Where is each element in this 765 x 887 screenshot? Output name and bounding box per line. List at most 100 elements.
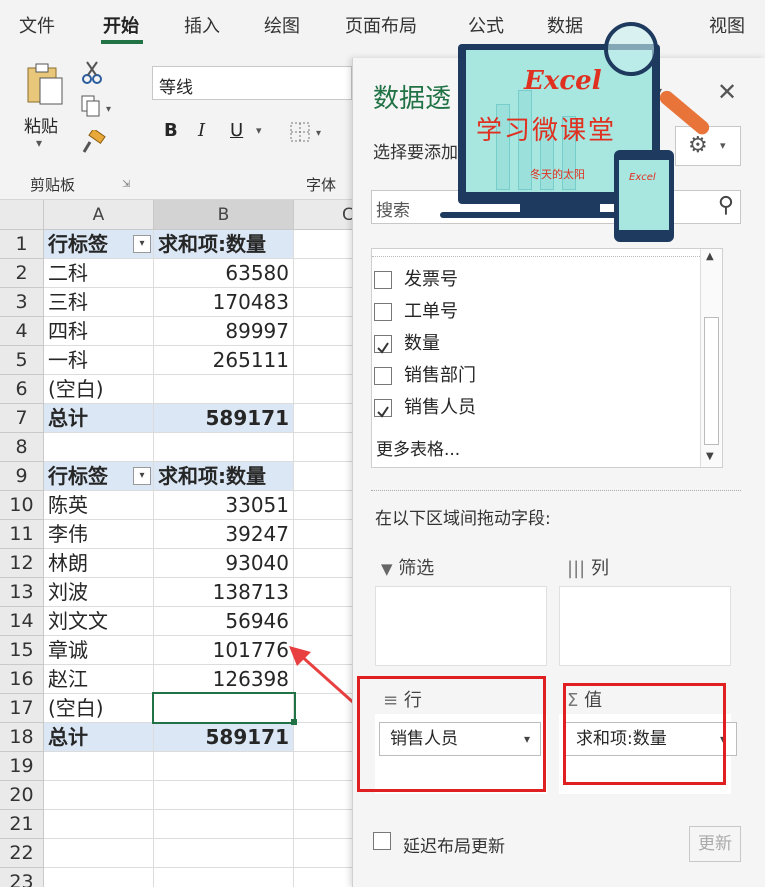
cell-c[interactable] <box>294 375 354 404</box>
row-header[interactable]: 10 <box>0 491 44 520</box>
cell-b[interactable] <box>154 752 294 781</box>
cell-a[interactable]: 陈英 <box>44 491 154 520</box>
row-header[interactable]: 1 <box>0 230 44 259</box>
cell-b[interactable]: 126398 <box>154 665 294 694</box>
more-tables-link[interactable]: 更多表格... <box>376 435 460 460</box>
cell-a[interactable]: 章诚 <box>44 636 154 665</box>
cell-c[interactable] <box>294 520 354 549</box>
clipboard-launcher-icon[interactable]: ⇲ <box>122 179 130 190</box>
cell-c[interactable] <box>294 607 354 636</box>
columns-drop-area[interactable] <box>559 586 731 666</box>
cell-b[interactable]: 求和项:数量 <box>154 230 294 259</box>
row-header[interactable]: 12 <box>0 549 44 578</box>
row-label-filter-dropdown-icon[interactable]: ▾ <box>133 235 151 253</box>
scroll-down-icon[interactable]: ▼ <box>706 451 714 462</box>
cell-a[interactable] <box>44 752 154 781</box>
cell-a[interactable]: 四科 <box>44 317 154 346</box>
paste-icon[interactable] <box>22 62 66 106</box>
underline-dropdown-icon[interactable]: ▾ <box>256 124 262 137</box>
cell-c[interactable] <box>294 404 354 433</box>
field-checkbox[interactable] <box>374 271 392 289</box>
cell-a[interactable] <box>44 433 154 462</box>
copy-icon[interactable]: ▾ <box>80 94 116 118</box>
cell-b[interactable]: 589171 <box>154 404 294 433</box>
cell-a[interactable]: 赵江 <box>44 665 154 694</box>
field-checkbox-checked[interactable] <box>374 335 392 354</box>
underline-button[interactable]: U <box>230 120 243 141</box>
cell-a[interactable]: 总计 <box>44 723 154 752</box>
column-header-b[interactable]: B <box>154 200 294 230</box>
row-header[interactable]: 13 <box>0 578 44 607</box>
cell-c[interactable] <box>294 259 354 288</box>
field-checkbox-checked[interactable] <box>374 399 392 418</box>
scroll-up-icon[interactable]: ▲ <box>706 251 714 262</box>
cell-a[interactable]: 刘波 <box>44 578 154 607</box>
field-checkbox[interactable] <box>374 367 392 385</box>
cell-a[interactable]: 一科 <box>44 346 154 375</box>
active-cell-selection[interactable] <box>152 692 296 724</box>
row-header[interactable]: 2 <box>0 259 44 288</box>
row-header[interactable]: 4 <box>0 317 44 346</box>
row-header[interactable]: 14 <box>0 607 44 636</box>
format-painter-icon[interactable] <box>80 128 106 156</box>
row-header[interactable]: 21 <box>0 810 44 839</box>
defer-update-checkbox[interactable] <box>373 832 391 850</box>
tab-draw[interactable]: 绘图 <box>264 12 300 38</box>
cell-a[interactable]: 总计 <box>44 404 154 433</box>
select-all-corner[interactable] <box>0 200 44 230</box>
tab-data[interactable]: 数据 <box>547 12 583 38</box>
row-header[interactable]: 18 <box>0 723 44 752</box>
bold-button[interactable]: B <box>164 120 178 141</box>
cell-c[interactable] <box>294 433 354 462</box>
tab-view[interactable]: 视图 <box>709 12 745 38</box>
cell-b[interactable] <box>154 839 294 868</box>
row-header[interactable]: 8 <box>0 433 44 462</box>
column-header-c[interactable]: C <box>294 200 354 230</box>
cell-b[interactable] <box>154 433 294 462</box>
cell-c[interactable] <box>294 752 354 781</box>
cell-b[interactable]: 33051 <box>154 491 294 520</box>
cell-c[interactable] <box>294 781 354 810</box>
row-header[interactable]: 15 <box>0 636 44 665</box>
tab-formulas[interactable]: 公式 <box>468 12 504 38</box>
update-button[interactable]: 更新 <box>689 826 741 862</box>
row-header[interactable]: 7 <box>0 404 44 433</box>
cell-b[interactable]: 39247 <box>154 520 294 549</box>
cell-a[interactable]: 二科 <box>44 259 154 288</box>
row-header[interactable]: 16 <box>0 665 44 694</box>
row-label-filter-dropdown-icon[interactable]: ▾ <box>133 467 151 485</box>
cell-a[interactable]: 李伟 <box>44 520 154 549</box>
tab-insert[interactable]: 插入 <box>184 12 220 38</box>
tab-home[interactable]: 开始 <box>103 12 139 38</box>
cell-b[interactable]: 101776 <box>154 636 294 665</box>
cell-c[interactable] <box>294 549 354 578</box>
row-header[interactable]: 17 <box>0 694 44 723</box>
cell-c[interactable] <box>294 317 354 346</box>
field-list-scrollbar[interactable]: ▲ ▼ <box>700 249 722 467</box>
row-header[interactable]: 5 <box>0 346 44 375</box>
cell-b[interactable]: 589171 <box>154 723 294 752</box>
cell-a[interactable] <box>44 810 154 839</box>
close-pane-icon[interactable]: ✕ <box>717 78 737 106</box>
borders-icon[interactable]: ▾ <box>290 122 330 142</box>
cell-c[interactable] <box>294 230 354 259</box>
fill-handle[interactable] <box>291 719 297 725</box>
cell-b[interactable] <box>154 868 294 887</box>
cell-a[interactable]: 林朗 <box>44 549 154 578</box>
row-labels-header-cell[interactable]: 行标签 ▾ <box>44 462 154 491</box>
cell-a[interactable] <box>44 781 154 810</box>
cell-a[interactable] <box>44 868 154 887</box>
cell-c[interactable] <box>294 578 354 607</box>
cell-c[interactable] <box>294 346 354 375</box>
cell-c[interactable] <box>294 810 354 839</box>
cell-c[interactable] <box>294 723 354 752</box>
field-checkbox[interactable] <box>374 303 392 321</box>
cell-a[interactable]: 三科 <box>44 288 154 317</box>
row-header[interactable]: 3 <box>0 288 44 317</box>
cell-b[interactable]: 170483 <box>154 288 294 317</box>
cell-b[interactable]: 93040 <box>154 549 294 578</box>
cell-b[interactable]: 138713 <box>154 578 294 607</box>
row-header[interactable]: 23 <box>0 868 44 887</box>
row-header[interactable]: 22 <box>0 839 44 868</box>
row-header[interactable]: 6 <box>0 375 44 404</box>
